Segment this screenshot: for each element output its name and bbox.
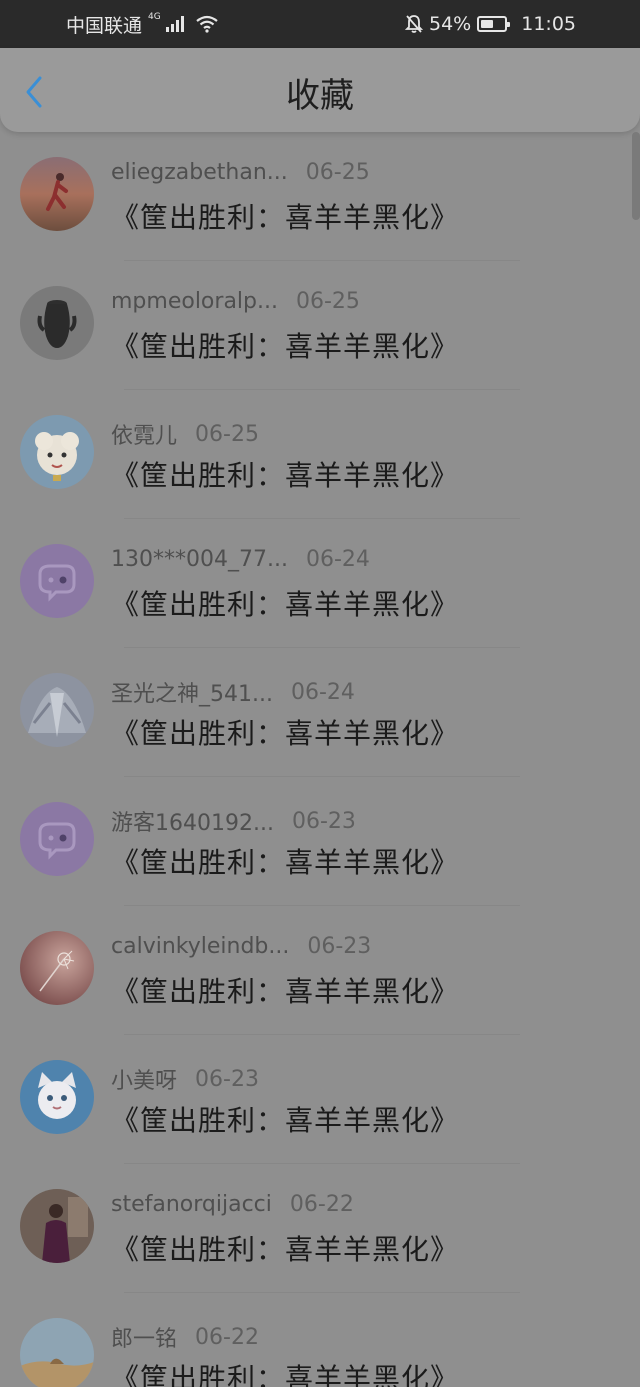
list-item[interactable]: calvinkyleindb... 06-23 《筐出胜利：喜羊羊黑化》 (0, 906, 640, 1035)
header-bar: 收藏 (0, 48, 640, 132)
date-label: 06-25 (305, 160, 370, 185)
meta-row: mpmeoloralp... 06-25 (111, 289, 360, 314)
status-right: 54% 11:05 (405, 0, 576, 48)
battery-percent-label: 54% (429, 13, 472, 35)
date-label: 06-25 (195, 421, 259, 447)
meta-row: 小美呀 06-23 (111, 1063, 259, 1095)
meta-row: stefanorqijacci 06-22 (111, 1192, 354, 1217)
username-label[interactable]: 依霓儿 (111, 418, 177, 450)
username-label[interactable]: 郎一铭 (111, 1321, 177, 1353)
favorite-title[interactable]: 《筐出胜利：喜羊羊黑化》 (111, 1228, 459, 1268)
avatar[interactable] (20, 1318, 94, 1387)
favorite-title[interactable]: 《筐出胜利：喜羊羊黑化》 (111, 196, 459, 236)
favorite-title[interactable]: 《筐出胜利：喜羊羊黑化》 (111, 1099, 459, 1139)
avatar[interactable] (20, 157, 94, 231)
favorite-title[interactable]: 《筐出胜利：喜羊羊黑化》 (111, 454, 459, 494)
favorite-title[interactable]: 《筐出胜利：喜羊羊黑化》 (111, 712, 459, 752)
avatar[interactable] (20, 415, 94, 489)
username-label[interactable]: 游客1640192... (111, 805, 274, 837)
list-item[interactable]: 游客1640192... 06-23 《筐出胜利：喜羊羊黑化》 (0, 777, 640, 906)
username-label[interactable]: mpmeoloralp... (111, 289, 278, 314)
username-label[interactable]: 小美呀 (111, 1063, 177, 1095)
favorite-title[interactable]: 《筐出胜利：喜羊羊黑化》 (111, 841, 459, 881)
favorite-title[interactable]: 《筐出胜利：喜羊羊黑化》 (111, 1357, 459, 1387)
date-label: 06-25 (295, 289, 360, 314)
list-item[interactable]: eliegzabethan... 06-25 《筐出胜利：喜羊羊黑化》 (0, 132, 640, 261)
favorite-title[interactable]: 《筐出胜利：喜羊羊黑化》 (111, 325, 459, 365)
avatar[interactable] (20, 673, 94, 747)
network-type-label: 4G (148, 12, 161, 22)
meta-row: 圣光之神_541... 06-24 (111, 676, 355, 708)
avatar[interactable] (20, 1060, 94, 1134)
username-label[interactable]: eliegzabethan... (111, 160, 288, 185)
username-label[interactable]: 130***004_77... (111, 547, 288, 572)
wifi-icon (196, 15, 218, 33)
list-item[interactable]: mpmeoloralp... 06-25 《筐出胜利：喜羊羊黑化》 (0, 261, 640, 390)
date-label: 06-24 (290, 679, 355, 705)
date-label: 06-22 (195, 1324, 259, 1350)
status-bar: 中国联通 4G 54% 11:05 (0, 0, 640, 48)
list-item[interactable]: 圣光之神_541... 06-24 《筐出胜利：喜羊羊黑化》 (0, 648, 640, 777)
battery-icon (477, 16, 511, 32)
date-label: 06-24 (305, 547, 370, 572)
favorites-list: eliegzabethan... 06-25 《筐出胜利：喜羊羊黑化》 mpmeolo… (0, 132, 640, 1387)
meta-row: 依霓儿 06-25 (111, 418, 259, 450)
date-label: 06-23 (291, 808, 356, 834)
date-label: 06-22 (289, 1192, 354, 1217)
meta-row: 郎一铭 06-22 (111, 1321, 259, 1353)
clock-label: 11:05 (521, 13, 576, 35)
meta-row: 游客1640192... 06-23 (111, 805, 356, 837)
carrier-label: 中国联通 (66, 14, 143, 37)
signal-icon (165, 16, 184, 32)
avatar[interactable] (20, 544, 94, 618)
avatar[interactable] (20, 802, 94, 876)
status-left: 中国联通 4G (66, 0, 219, 48)
list-item[interactable]: 130***004_77... 06-24 《筐出胜利：喜羊羊黑化》 (0, 519, 640, 648)
username-label[interactable]: 圣光之神_541... (111, 676, 273, 708)
list-item[interactable]: stefanorqijacci 06-22 《筐出胜利：喜羊羊黑化》 (0, 1164, 640, 1293)
list-item[interactable]: 依霓儿 06-25 《筐出胜利：喜羊羊黑化》 (0, 390, 640, 519)
avatar[interactable] (20, 931, 94, 1005)
date-label: 06-23 (195, 1066, 259, 1092)
scrollbar[interactable] (632, 132, 640, 220)
list-item[interactable]: 小美呀 06-23 《筐出胜利：喜羊羊黑化》 (0, 1035, 640, 1164)
avatar[interactable] (20, 286, 94, 360)
username-label[interactable]: stefanorqijacci (111, 1192, 272, 1217)
meta-row: calvinkyleindb... 06-23 (111, 934, 371, 959)
avatar[interactable] (20, 1189, 94, 1263)
favorite-title[interactable]: 《筐出胜利：喜羊羊黑化》 (111, 970, 459, 1010)
username-label[interactable]: calvinkyleindb... (111, 934, 289, 959)
list-item[interactable]: 郎一铭 06-22 《筐出胜利：喜羊羊黑化》 (0, 1293, 640, 1387)
bell-muted-icon (405, 15, 423, 33)
battery-level-fill (481, 20, 494, 28)
favorite-title[interactable]: 《筐出胜利：喜羊羊黑化》 (111, 583, 459, 623)
meta-row: eliegzabethan... 06-25 (111, 160, 370, 185)
page-title: 收藏 (286, 76, 354, 116)
date-label: 06-23 (307, 934, 372, 959)
meta-row: 130***004_77... 06-24 (111, 547, 370, 572)
